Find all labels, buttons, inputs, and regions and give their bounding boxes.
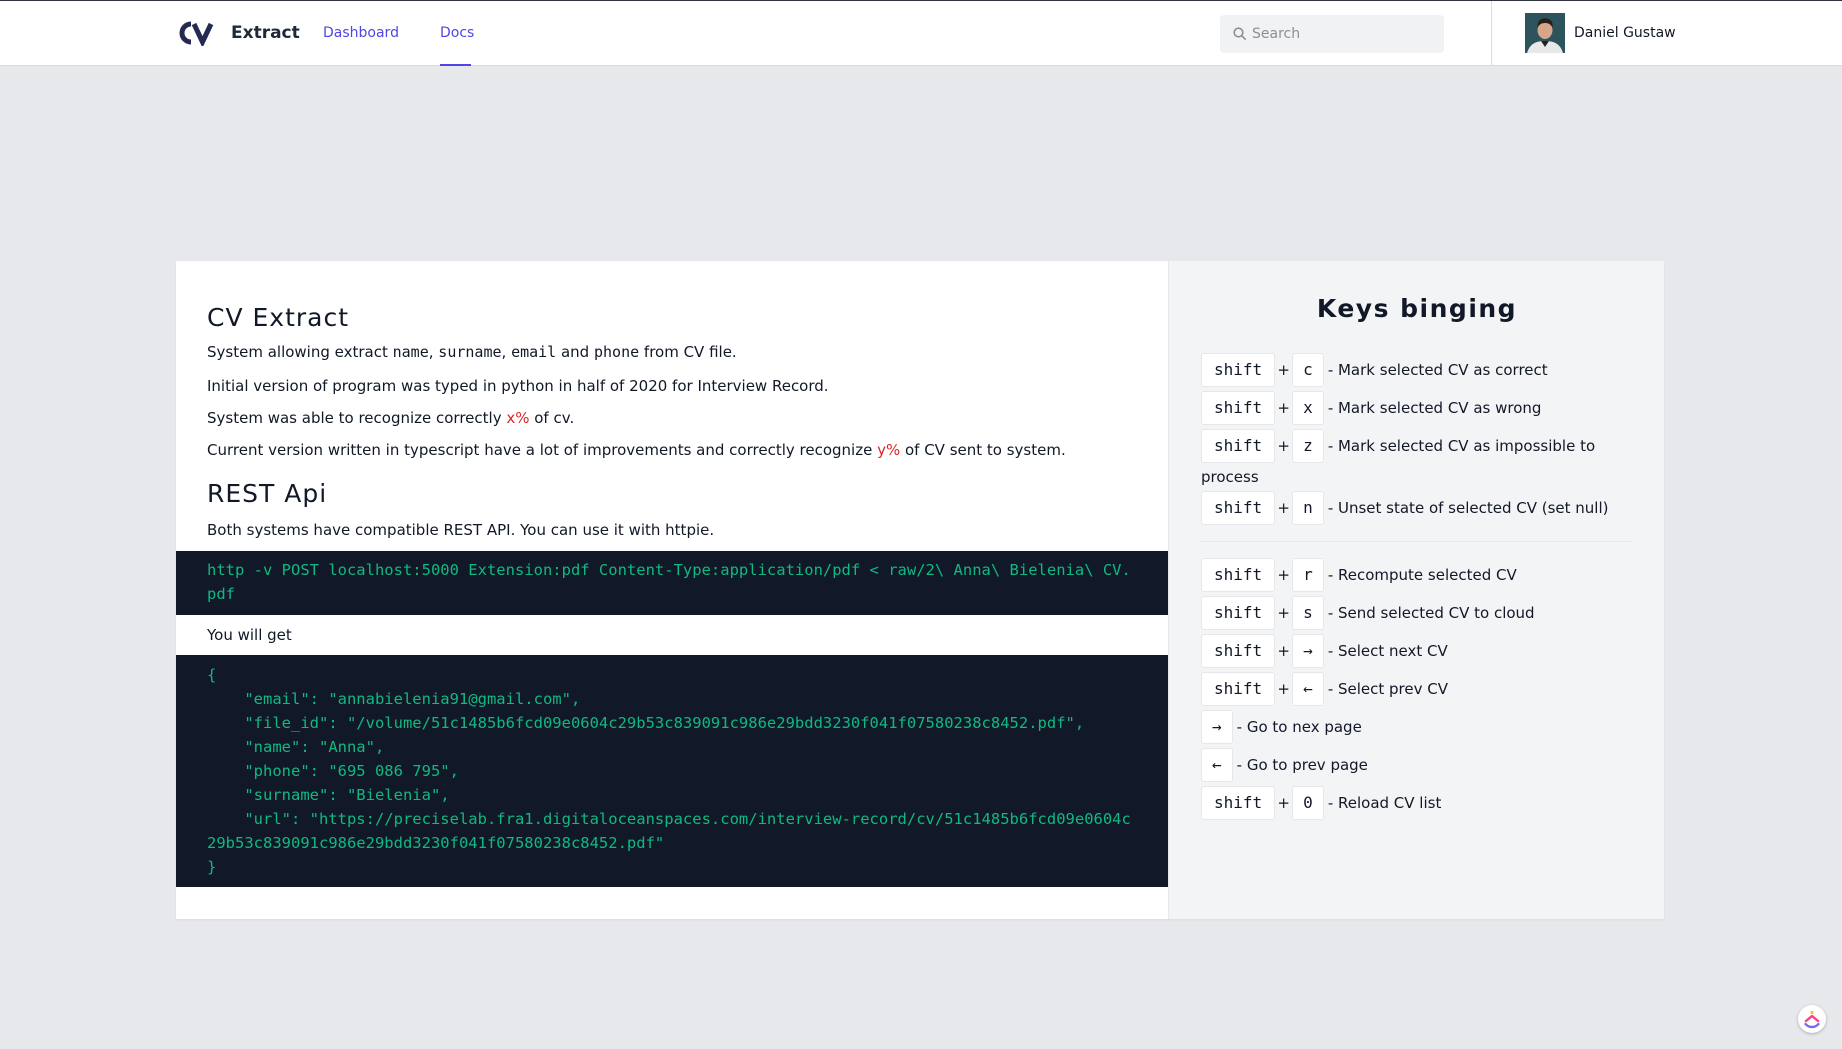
response-code-block: { "email": "annabielenia91@gmail.com", "… [176,655,1168,887]
recognition-text: of cv. [529,409,575,427]
key-description: - Select prev CV [1327,680,1449,698]
docs-card: CV Extract System allowing extract name,… [176,261,1664,919]
key-binding-row: shift + n - Unset state of selected CV (set… [1201,491,1641,525]
key-binding-row: shift + c - Mark selected CV as correct [1201,353,1641,387]
shift-key: shift [1201,786,1276,820]
nav-docs-link[interactable]: Docs [440,25,474,41]
shift-key: shift [1201,491,1276,525]
intro-sep: and [556,343,594,361]
shift-key: shift [1201,391,1276,425]
key-0: 0 [1292,786,1324,820]
plus-sign: + [1277,566,1290,584]
clickup-widget-icon[interactable] [1798,1005,1826,1033]
recognition-paragraph: System was able to recognize correctly x… [207,409,574,427]
recognition-text: System was able to recognize correctly [207,409,507,427]
key-binding-row: shift +0- Reload CV list [1201,786,1641,820]
plus-sign: + [1277,399,1290,417]
key-description: - Mark selected CV as wrong [1327,399,1542,417]
key-x: x [1292,391,1324,425]
key-description: - Unset state of selected CV (set null) [1327,499,1609,517]
key-binding-row: shift + x - Mark selected CV as wrong [1201,391,1641,425]
shift-key: shift [1201,558,1276,592]
active-tab-indicator [440,64,471,66]
page-title: CV Extract [207,303,350,332]
brand-name: Extract [231,23,300,43]
plus-sign: + [1277,604,1290,622]
recognition-value: x% [506,409,530,427]
key-description: - Send selected CV to cloud [1327,604,1535,622]
shift-key: shift [1201,596,1276,630]
key-binding-row: shift + z - Mark selected CV as impossible … [1201,429,1641,490]
shift-key: shift [1201,672,1276,706]
clickup-logo-icon [1804,1010,1820,1029]
shift-key: shift [1201,353,1276,387]
keys-title: Keys binging [1316,294,1518,323]
keys-divider [1201,541,1633,542]
initial-version-paragraph: Initial version of program was typed in … [207,377,829,395]
plus-sign: + [1277,437,1290,455]
shift-key: shift [1201,634,1276,668]
key-binding-row: → - Go to nex page [1201,710,1641,744]
intro-paragraph: System allowing extract name, surname, e… [207,343,737,361]
intro-text: System allowing extract [207,343,393,361]
nav-dashboard-link[interactable]: Dashboard [323,25,399,41]
key-description: - Reload CV list [1327,794,1442,812]
key-c: c [1292,353,1324,387]
search-box[interactable] [1220,15,1444,53]
user-photo-icon [1525,13,1565,53]
field-surname: surname [438,343,502,361]
key-description: - Go to nex page [1236,718,1362,736]
cv-logo-icon[interactable] [177,20,217,46]
shift-key: shift [1201,429,1276,463]
you-will-get-label: You will get [207,626,292,644]
top-navbar: Extract Dashboard Docs Daniel Gustaw [0,1,1842,66]
field-email: email [511,343,557,361]
plus-sign: + [1277,361,1290,379]
plus-sign: + [1277,794,1290,812]
user-name[interactable]: Daniel Gustaw [1574,25,1676,41]
header-divider [1491,1,1492,66]
key-binding-row: shift + s - Send selected CV to cloud [1201,596,1641,630]
rest-api-heading: REST Api [207,479,328,508]
plus-sign: + [1277,499,1290,517]
key-n: n [1292,491,1324,525]
field-phone: phone [593,343,640,361]
intro-text: from CV file. [639,343,737,361]
search-icon [1233,27,1246,40]
current-version-paragraph: Current version written in typescript ha… [207,441,1066,459]
rest-api-paragraph: Both systems have compatible REST API. Y… [207,521,715,539]
key-description: - Select next CV [1327,642,1448,660]
key-description: - Mark selected CV as correct [1327,361,1548,379]
plus-sign: + [1277,680,1290,698]
key-r: r [1292,558,1324,592]
key-description: - Recompute selected CV [1327,566,1517,584]
intro-sep: , [501,343,512,361]
key-s: s [1292,596,1324,630]
avatar[interactable] [1525,13,1565,53]
field-name: name [392,343,429,361]
key-binding-row: shift + r - Recompute selected CV [1201,558,1641,592]
intro-sep: , [428,343,439,361]
key-z: z [1292,429,1324,463]
command-code-block: http -v POST localhost:5000 Extension:pd… [176,551,1168,615]
arrow-right-icon: → [1292,634,1324,668]
current-text: of CV sent to system. [900,441,1066,459]
key-binding-row: ← - Go to prev page [1201,748,1641,782]
arrow-right-icon: → [1201,710,1233,744]
arrow-left-icon: ← [1201,748,1233,782]
plus-sign: + [1277,642,1290,660]
current-recognition-value: y% [877,441,901,459]
key-binding-row: shift + → - Select next CV [1201,634,1641,668]
keys-panel: Keys binging shift + c - Mark selected CV a… [1168,261,1664,919]
arrow-left-icon: ← [1292,672,1324,706]
key-description: - Go to prev page [1236,756,1368,774]
current-text: Current version written in typescript ha… [207,441,878,459]
key-binding-row: shift + ← - Select prev CV [1201,672,1641,706]
search-input[interactable] [1252,15,1438,53]
